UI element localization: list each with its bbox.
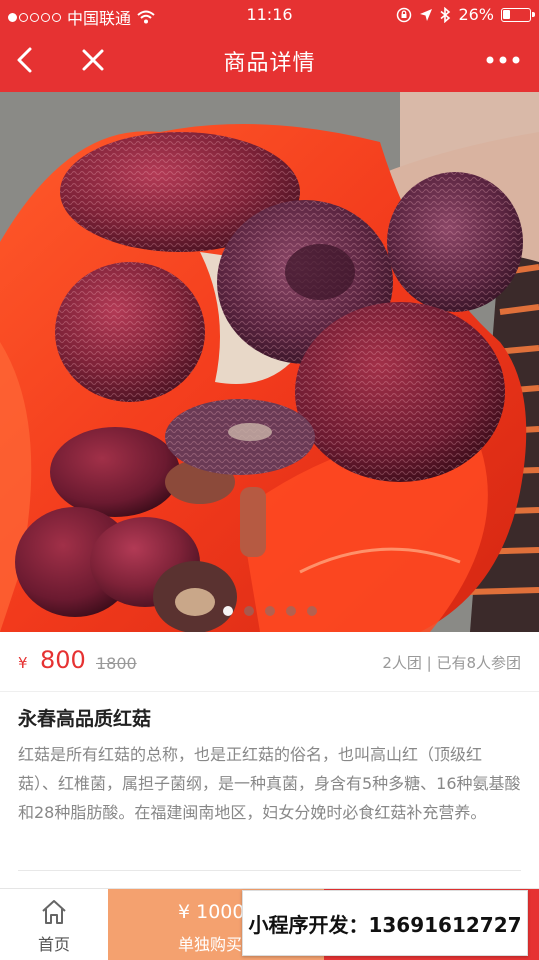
group-buy-info: 2人团 | 已有8人参团 <box>382 654 521 672</box>
divider <box>18 870 521 871</box>
carousel-dot[interactable] <box>306 606 317 616</box>
product-image-carousel[interactable] <box>0 92 539 632</box>
home-icon <box>42 900 66 924</box>
page-title: 商品详情 <box>223 51 316 76</box>
battery-percent: 26% <box>458 5 494 24</box>
carousel-dot[interactable] <box>285 606 296 616</box>
product-photo <box>0 92 539 632</box>
price-row: ¥ 800 1800 2人团 | 已有8人参团 <box>0 632 539 692</box>
buy-alone-price: ¥ 1000 <box>178 901 245 923</box>
bluetooth-icon <box>440 6 451 23</box>
nav-bar: 商品详情 <box>0 30 539 92</box>
original-price: 1800 <box>96 654 137 673</box>
current-price: 800 <box>40 646 86 674</box>
rotation-lock-icon <box>397 7 412 22</box>
carousel-dot[interactable] <box>243 606 254 616</box>
carousel-indicator <box>0 606 539 616</box>
status-bar: 中国联通 11:16 26% <box>0 0 539 30</box>
product-title: 永春高品质红菇 <box>18 708 152 730</box>
location-arrow-icon <box>420 8 433 21</box>
product-description: 红菇是所有红菇的总称，也是正红菇的俗名，也叫高山红（顶级红菇）、红椎菌，属担子菌… <box>18 745 521 822</box>
buy-alone-label: 单独购买 <box>178 935 243 954</box>
carousel-dot[interactable] <box>264 606 275 616</box>
home-label: 首页 <box>37 935 70 954</box>
status-right: 26% <box>396 5 535 24</box>
price-currency: ¥ <box>18 654 28 672</box>
promo-watermark: 小程序开发：13691612727 <box>242 890 528 956</box>
home-button[interactable]: 首页 <box>0 889 108 960</box>
battery-icon <box>501 7 535 22</box>
carousel-dot[interactable] <box>222 606 233 616</box>
more-options-icon[interactable] <box>485 50 521 70</box>
